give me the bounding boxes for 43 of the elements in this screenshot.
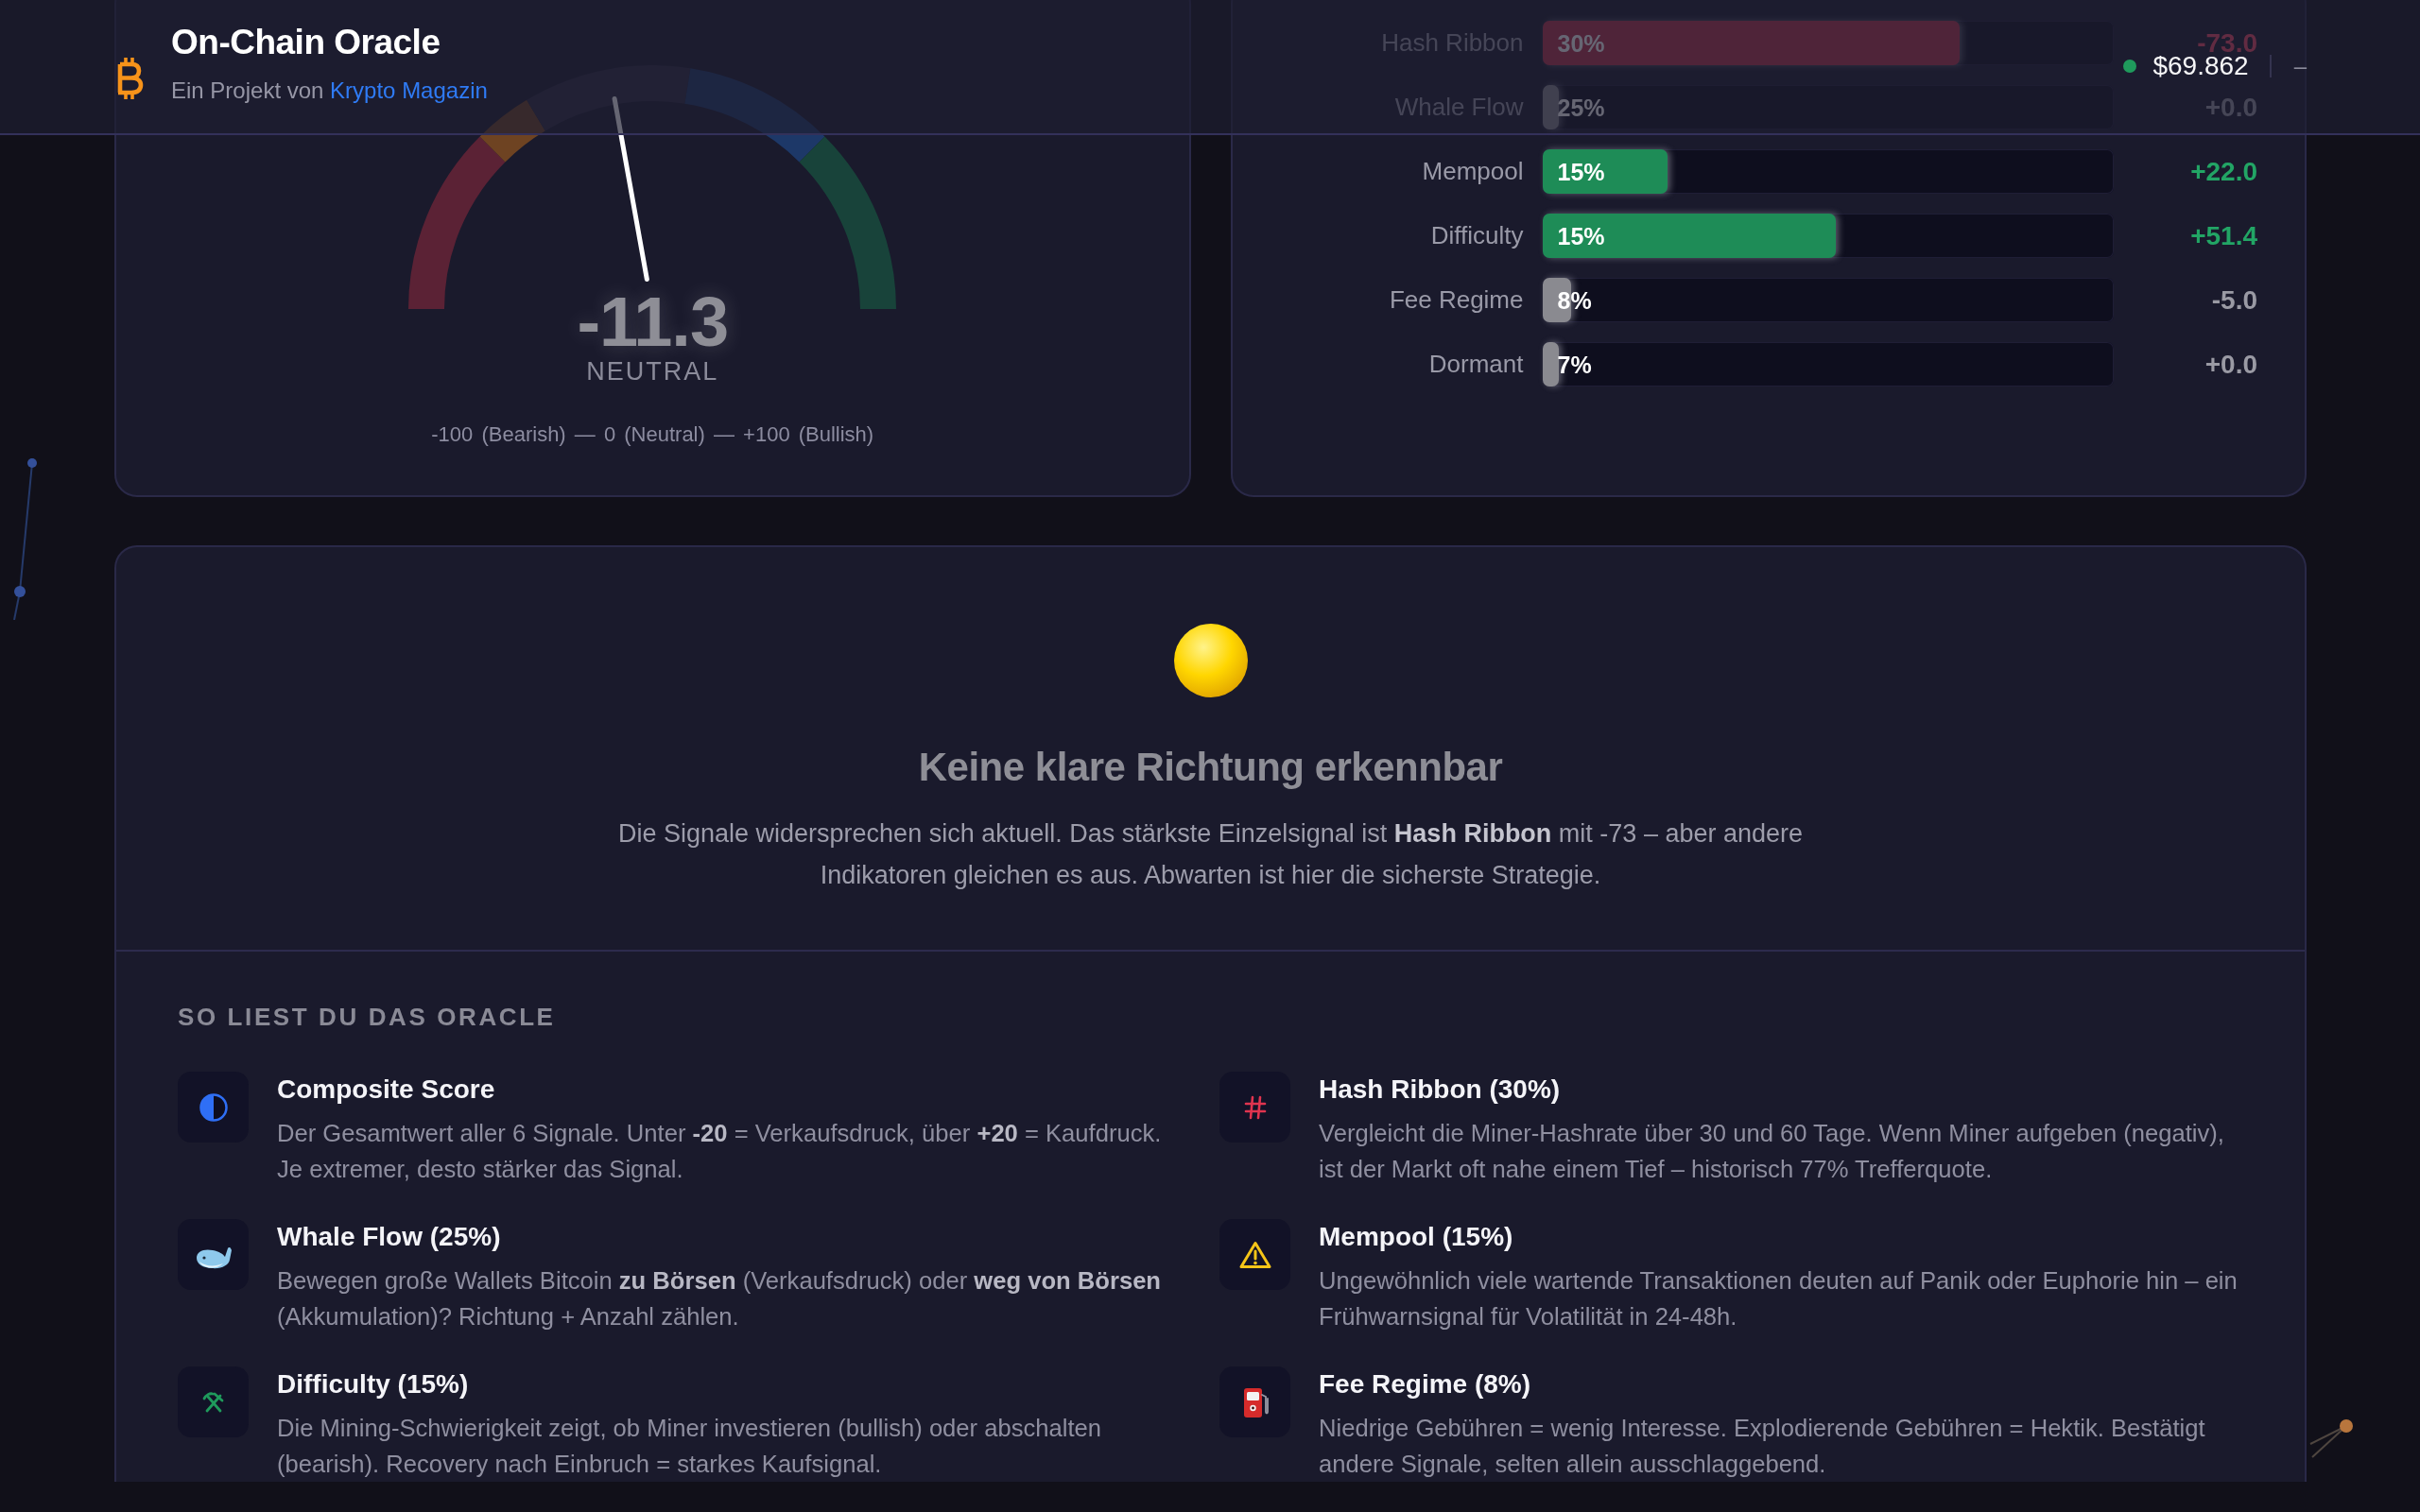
signal-score: +51.4 bbox=[2190, 220, 2257, 251]
gauge-scale-caption: -100 (Bearish) — 0 (Neutral) — +100 (Bullish) bbox=[431, 421, 874, 448]
guide-item-text: Ungewöhnlich viele wartende Transaktionen deuten auf Panik oder Euphorie hin – ein Frühwarnsignal für Volatilität in 24-48h. bbox=[1319, 1266, 2238, 1332]
hammer-pick-icon bbox=[178, 1366, 249, 1437]
guide-item-title: Whale Flow (25%) bbox=[277, 1221, 502, 1253]
whale-icon bbox=[178, 1219, 249, 1290]
app-title: On-Chain Oracle bbox=[171, 22, 441, 63]
price-change: – bbox=[2293, 52, 2307, 80]
weight-label: 30% bbox=[1557, 29, 1605, 57]
guide-item-text: Vergleicht die Miner-Hashrate über 30 und 60 Tage. Wenn Miner aufgeben (negativ), ist der Markt oft nahe einem Tief – historisch 77% Trefferquote. bbox=[1319, 1119, 2225, 1184]
guide-item-title: Composite Score bbox=[277, 1074, 496, 1106]
hash-icon bbox=[1219, 1072, 1290, 1143]
app-subtitle: Ein Projekt von Krypto Magazin bbox=[171, 77, 488, 105]
bitcoin-icon bbox=[115, 55, 144, 100]
signal-score: -5.0 bbox=[2211, 284, 2257, 316]
composite-score: -11.3 bbox=[577, 288, 729, 356]
weight-label: 8% bbox=[1557, 286, 1592, 314]
signal-name: Difficulty bbox=[1430, 221, 1524, 250]
verdict-title: Keine klare Richtung erkennbar bbox=[918, 744, 1503, 791]
guide-item-title: Fee Regime (8%) bbox=[1319, 1368, 1532, 1400]
signal-name: Fee Regime bbox=[1389, 285, 1524, 315]
guide-heading: SO LIEST DU DAS ORACLE bbox=[178, 1002, 557, 1032]
guide-item-text: Der Gesamtwert aller 6 Signale. Unter -20 = Verkaufsdruck, über +20 = Kaufdruck. Je extremer, desto stärker das Signal. bbox=[277, 1119, 1163, 1184]
guide-item-title: Mempool (15%) bbox=[1319, 1221, 1514, 1253]
signal-orb-icon bbox=[1173, 624, 1248, 697]
fuel-pump-icon bbox=[1219, 1366, 1290, 1437]
score-state-label: NEUTRAL bbox=[586, 356, 719, 387]
signal-name: Dormant bbox=[1428, 350, 1524, 379]
guide-item-text: Bewegen große Wallets Bitcoin zu Börsen (Verkaufsdruck) oder weg von Börsen (Akkumulation)? Richtung + Anzahl zählen. bbox=[277, 1266, 1162, 1332]
guide-item-title: Difficulty (15%) bbox=[277, 1368, 470, 1400]
guide-item-text: Niedrige Gebühren = wenig Interesse. Explodierende Gebühren = Hektik. Bestätigt andere Signale, selten allein ausschlaggebend. bbox=[1319, 1414, 2206, 1479]
verdict-text: Die Signale widersprechen sich aktuell. Das stärkste Einzelsignal ist Hash Ribbon mit -73 – aber andere Indikatoren gleichen es aus. Abwarten ist hier die sicherste Strategie. bbox=[616, 818, 1804, 891]
guide-item-text: Die Mining-Schwierigkeit zeigt, ob Miner investieren (bullish) oder abschalten (bearish). Recovery nach Einbruch = starkes Kaufsignal. bbox=[277, 1414, 1102, 1479]
weight-label: 7% bbox=[1557, 351, 1592, 378]
signal-score: +22.0 bbox=[2190, 156, 2257, 187]
signal-score: +0.0 bbox=[2204, 349, 2257, 380]
weight-label: 25% bbox=[1557, 94, 1605, 121]
signal-name: Mempool bbox=[1422, 157, 1524, 186]
warning-icon bbox=[1219, 1219, 1290, 1290]
weight-label: 15% bbox=[1557, 158, 1605, 185]
network-dots-graphic bbox=[2308, 1418, 2356, 1459]
guide-item-title: Hash Ribbon (30%) bbox=[1319, 1074, 1562, 1106]
weight-label: 15% bbox=[1557, 222, 1605, 249]
